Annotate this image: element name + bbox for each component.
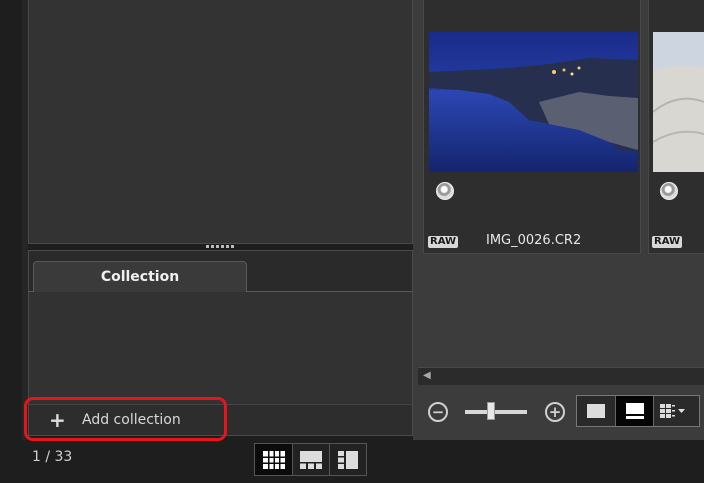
panel-splitter-handle[interactable] [200,243,240,249]
rating-icon[interactable] [660,182,678,200]
split-layout-icon [338,450,358,469]
raw-badge: RAW [652,236,683,248]
view-mode-switcher [576,395,700,427]
thumbnail-gap [641,0,648,254]
tab-collection[interactable]: Collection [33,261,247,292]
view-info-button[interactable] [615,396,653,426]
thumbnail-image[interactable] [653,32,704,172]
layout-split-button[interactable] [329,444,366,475]
layout-preview-button[interactable] [292,444,329,475]
zoom-out-icon[interactable]: − [428,402,448,422]
preview-layout-icon [300,450,322,469]
thumbnail-image[interactable] [429,32,638,172]
grid-layout-icon [262,450,285,469]
info-view-icon [625,403,644,419]
rating-icon[interactable] [436,182,454,200]
zoom-slider-handle[interactable] [487,402,495,420]
layout-grid-button[interactable] [255,444,292,475]
list-view-icon [659,404,685,418]
highlight-annotation [24,397,227,441]
view-list-button[interactable] [653,396,691,426]
zoom-slider-track[interactable] [465,410,527,414]
zoom-in-icon[interactable]: + [545,402,565,422]
view-large-button[interactable] [577,396,615,426]
large-view-icon [587,404,605,418]
horizontal-scrollbar[interactable] [418,367,704,385]
folder-panel [28,0,413,244]
layout-switcher [254,443,367,476]
thumbnail-filename: IMG_0026.CR2 [486,233,582,248]
collection-list [29,292,412,404]
page-counter: 1 / 33 [32,449,73,465]
scroll-left-icon[interactable]: ◀ [423,370,431,381]
raw-badge: RAW [428,236,459,248]
